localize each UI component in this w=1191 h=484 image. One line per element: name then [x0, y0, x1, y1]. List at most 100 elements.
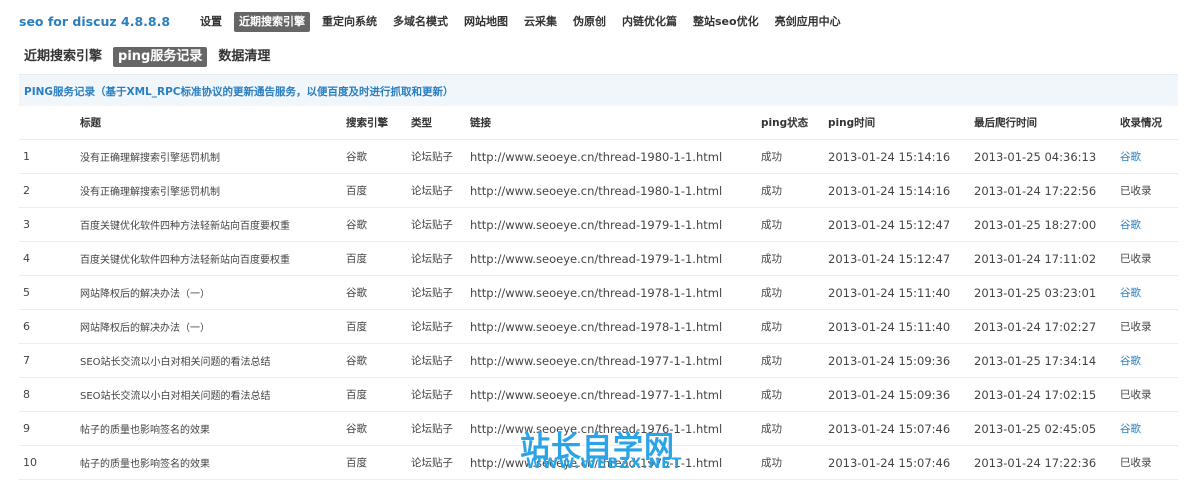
top-nav-item[interactable]: 网站地图 [460, 12, 512, 32]
col-header-type: 类型 [411, 106, 470, 140]
top-nav-item[interactable]: 内链优化篇 [618, 12, 681, 32]
included-link[interactable]: 谷歌 [1120, 355, 1141, 367]
row-type: 论坛贴子 [411, 411, 470, 446]
row-engine: 谷歌 [346, 139, 411, 174]
row-type: 论坛贴子 [411, 343, 470, 378]
row-ping-time: 2013-01-24 15:11:40 [828, 309, 974, 344]
row-included: 谷歌 [1120, 275, 1178, 310]
row-last-crawl: 2013-01-24 17:22:56 [974, 173, 1120, 208]
row-title: 百度关键优化软件四种方法轻新站向百度要权重 [80, 241, 346, 276]
col-header-engine: 搜索引擎 [346, 106, 411, 140]
row-type: 论坛贴子 [411, 309, 470, 344]
row-index: 2 [19, 173, 80, 208]
table-row: 8 SEO站长交流以小白对相关问题的看法总结 百度 论坛贴子 http://www.se… [19, 377, 1178, 412]
row-title: SEO站长交流以小白对相关问题的看法总结 [80, 343, 346, 378]
top-nav-item[interactable]: 设置 [196, 12, 226, 32]
included-link[interactable]: 谷歌 [1120, 423, 1141, 435]
col-header-ping-status: ping状态 [761, 106, 828, 140]
row-link: http://www.seoeye.cn/thread-1979-1-1.htm… [470, 207, 761, 242]
row-engine: 百度 [346, 377, 411, 412]
row-title: 帖子的质量也影响签名的效果 [80, 411, 346, 446]
row-index: 6 [19, 309, 80, 344]
row-link: http://www.seoeye.cn/thread-1976-1-1.htm… [470, 411, 761, 446]
row-type: 论坛贴子 [411, 377, 470, 412]
table-row: 9 帖子的质量也影响签名的效果 谷歌 论坛贴子 http://www.seoeye.cn… [19, 411, 1178, 446]
row-index: 4 [19, 241, 80, 276]
included-status: 巳收录 [1120, 389, 1152, 401]
row-ping-time: 2013-01-24 15:09:36 [828, 343, 974, 378]
row-link: http://www.seoeye.cn/thread-1978-1-1.htm… [470, 275, 761, 310]
row-ping-time: 2013-01-24 15:12:47 [828, 207, 974, 242]
top-nav-item[interactable]: 整站seo优化 [689, 12, 763, 32]
sub-nav-item[interactable]: 数据清理 [213, 47, 275, 67]
row-engine: 谷歌 [346, 275, 411, 310]
app-brand: seo for discuz 4.8.8.8 [19, 14, 171, 29]
panel-header: PING服务记录（基于XML_RPC标准协议的更新通告服务，以便百度及时进行抓取… [19, 74, 1178, 106]
row-ping-status: 成功 [761, 207, 828, 242]
sub-nav-item[interactable]: ping服务记录 [113, 47, 208, 67]
row-ping-time: 2013-01-24 15:09:36 [828, 377, 974, 412]
included-link[interactable]: 谷歌 [1120, 287, 1141, 299]
row-index: 1 [19, 139, 80, 174]
row-included: 巳收录 [1120, 445, 1178, 480]
col-header-last-crawl: 最后爬行时间 [974, 106, 1120, 140]
included-link[interactable]: 谷歌 [1120, 219, 1141, 231]
row-link: http://www.seoeye.cn/thread-1979-1-1.htm… [470, 241, 761, 276]
row-ping-status: 成功 [761, 275, 828, 310]
row-type: 论坛贴子 [411, 241, 470, 276]
row-engine: 百度 [346, 241, 411, 276]
top-nav-item[interactable]: 亮剑应用中心 [771, 12, 845, 32]
row-ping-status: 成功 [761, 241, 828, 276]
row-included: 巳收录 [1120, 377, 1178, 412]
row-included: 已收录 [1120, 309, 1178, 344]
sub-nav-item[interactable]: 近期搜索引擎 [20, 47, 107, 67]
row-engine: 谷歌 [346, 207, 411, 242]
row-index: 3 [19, 207, 80, 242]
row-last-crawl: 2013-01-24 17:11:02 [974, 241, 1120, 276]
row-last-crawl: 2013-01-25 02:45:05 [974, 411, 1120, 446]
top-nav-item[interactable]: 重定向系统 [318, 12, 381, 32]
row-title: 网站降权后的解决办法（一） [80, 275, 346, 310]
row-included: 谷歌 [1120, 411, 1178, 446]
row-last-crawl: 2013-01-24 17:02:15 [974, 377, 1120, 412]
col-header-included: 收录情况 [1120, 106, 1178, 140]
row-last-crawl: 2013-01-25 18:27:00 [974, 207, 1120, 242]
top-nav-item[interactable]: 云采集 [520, 12, 561, 32]
row-type: 论坛贴子 [411, 139, 470, 174]
row-ping-time: 2013-01-24 15:14:16 [828, 139, 974, 174]
row-ping-status: 成功 [761, 445, 828, 480]
included-link[interactable]: 谷歌 [1120, 151, 1141, 163]
col-header-link: 链接 [470, 106, 761, 140]
row-ping-time: 2013-01-24 15:07:46 [828, 411, 974, 446]
row-included: 谷歌 [1120, 139, 1178, 174]
row-last-crawl: 2013-01-24 17:02:27 [974, 309, 1120, 344]
row-link: http://www.seoeye.cn/thread-1976-1-1.htm… [470, 445, 761, 480]
table-header-row: 标题 搜索引擎 类型 链接 ping状态 ping时间 最后爬行时间 收录情况 [19, 106, 1178, 140]
row-link: http://www.seoeye.cn/thread-1977-1-1.htm… [470, 377, 761, 412]
row-ping-status: 成功 [761, 139, 828, 174]
row-type: 论坛贴子 [411, 207, 470, 242]
row-last-crawl: 2013-01-25 17:34:14 [974, 343, 1120, 378]
table-row: 7 SEO站长交流以小白对相关问题的看法总结 谷歌 论坛贴子 http://www.se… [19, 343, 1178, 378]
row-index: 10 [19, 445, 80, 480]
row-included: 已收录 [1120, 173, 1178, 208]
col-header-title: 标题 [80, 106, 346, 140]
row-index: 5 [19, 275, 80, 310]
included-status: 巳收录 [1120, 253, 1152, 265]
included-status: 已收录 [1120, 185, 1152, 197]
row-ping-time: 2013-01-24 15:12:47 [828, 241, 974, 276]
top-nav-item[interactable]: 近期搜索引擎 [234, 12, 310, 32]
top-nav-item[interactable]: 多域名模式 [389, 12, 452, 32]
row-ping-status: 成功 [761, 377, 828, 412]
row-title: 帖子的质量也影响签名的效果 [80, 445, 346, 480]
row-ping-status: 成功 [761, 343, 828, 378]
row-ping-time: 2013-01-24 15:11:40 [828, 275, 974, 310]
top-nav-item[interactable]: 伪原创 [569, 12, 610, 32]
row-engine: 谷歌 [346, 343, 411, 378]
row-ping-status: 成功 [761, 411, 828, 446]
row-link: http://www.seoeye.cn/thread-1977-1-1.htm… [470, 343, 761, 378]
ping-records-table: 标题 搜索引擎 类型 链接 ping状态 ping时间 最后爬行时间 收录情况 … [19, 106, 1178, 480]
row-title: SEO站长交流以小白对相关问题的看法总结 [80, 377, 346, 412]
row-link: http://www.seoeye.cn/thread-1980-1-1.htm… [470, 173, 761, 208]
top-bar: seo for discuz 4.8.8.8 设置 近期搜索引擎 重定向系统 多域名模… [0, 0, 1191, 44]
